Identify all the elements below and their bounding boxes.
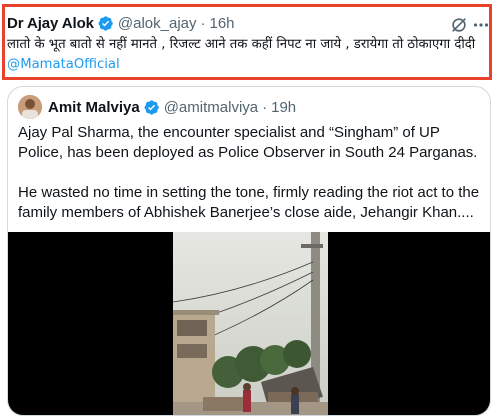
grok-icon[interactable] (450, 16, 468, 34)
avatar[interactable] (18, 95, 42, 119)
video-frame (173, 232, 328, 415)
quoted-tweet-time[interactable]: 19h (271, 99, 296, 116)
author-handle[interactable]: @alok_ajay (118, 15, 197, 32)
video-media[interactable] (8, 232, 490, 415)
more-icon[interactable] (473, 17, 489, 33)
tweet-text-hindi: लातो के भूत बातो से नहीं मानते , रिजल्ट … (7, 37, 476, 52)
tweet-header: Dr Ajay Alok @alok_ajay · 16h (7, 13, 235, 33)
author-name[interactable]: Dr Ajay Alok (7, 15, 94, 32)
quoted-author-handle[interactable]: @amitmalviya (164, 99, 258, 116)
quoted-paragraph-2: He wasted no time in setting the tone, f… (18, 184, 480, 221)
quoted-author-name[interactable]: Amit Malviya (48, 99, 140, 116)
quoted-paragraph-1: Ajay Pal Sharma, the encounter specialis… (18, 124, 478, 161)
tweet-text: लातो के भूत बातो से नहीं मानते , रिजल्ट … (7, 35, 487, 75)
avatar-image (18, 95, 42, 119)
quoted-tweet-text: Ajay Pal Sharma, the encounter specialis… (18, 123, 484, 243)
quoted-tweet-header: Amit Malviya @amitmalviya · 19h (18, 95, 296, 119)
mention-link[interactable]: @MamataOfficial (7, 57, 120, 72)
tweet-time[interactable]: 16h (210, 15, 235, 32)
quoted-tweet-card[interactable]: Amit Malviya @amitmalviya · 19h Ajay Pal… (7, 86, 491, 416)
verified-badge-icon (144, 99, 159, 115)
verified-badge-icon (98, 15, 113, 31)
video-thumbnail (173, 232, 328, 415)
separator-dot: · (262, 98, 268, 116)
separator-dot: · (200, 14, 206, 32)
